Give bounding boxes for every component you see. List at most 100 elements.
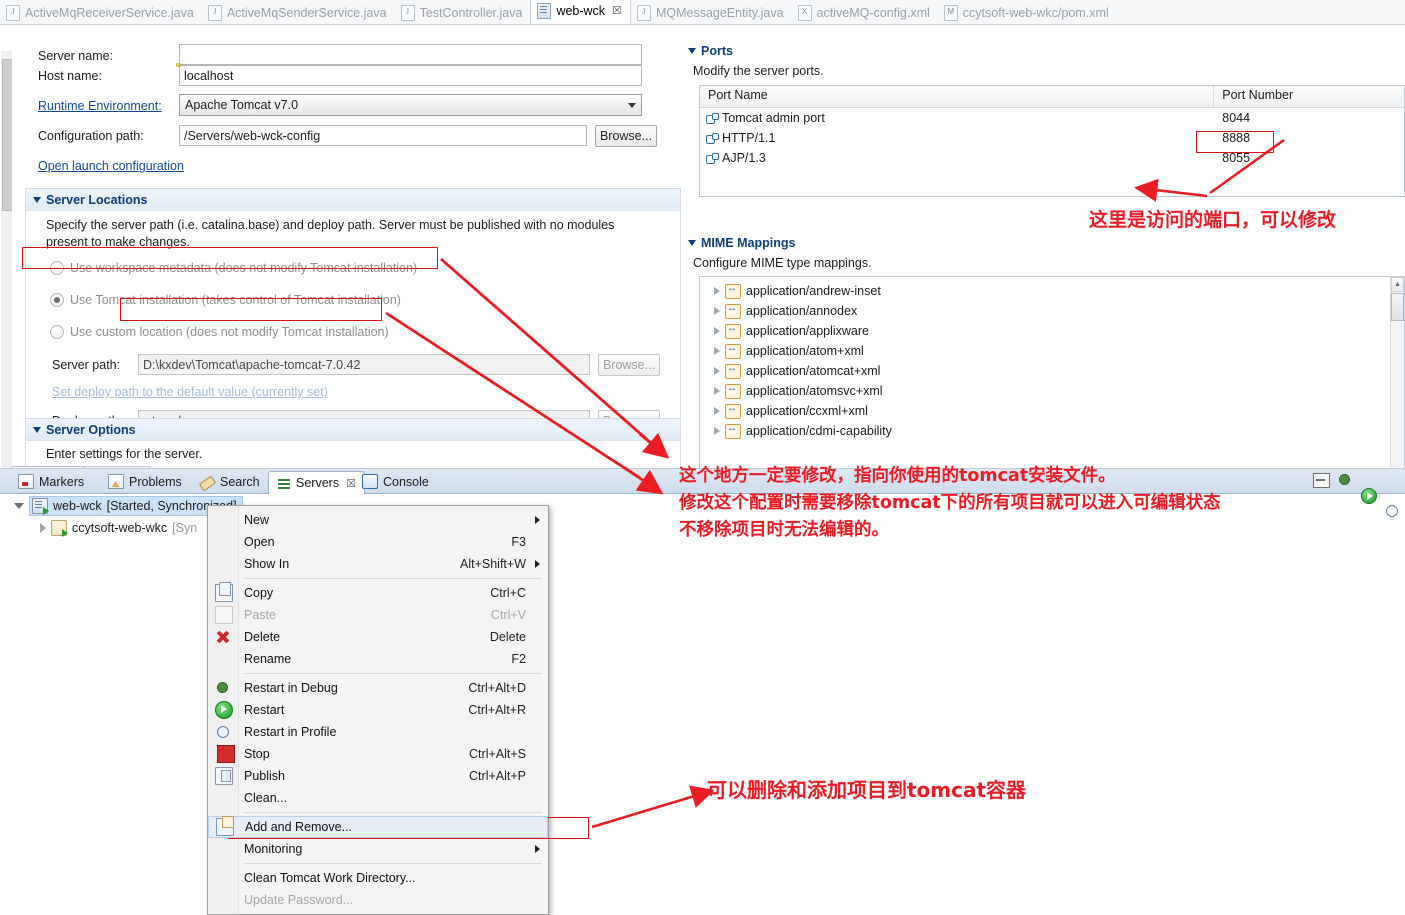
menu-item-label: New: [244, 513, 270, 527]
console-icon: [362, 474, 378, 489]
ports-table-row[interactable]: Tomcat admin port 8044: [700, 108, 1404, 128]
annotation-server-path-note-2: 修改这个配置时需要移除tomcat下的所有项目就可以进入可编辑状态: [679, 493, 1221, 513]
menu-item-restart-in-debug[interactable]: Restart in Debug Ctrl+Alt+D: [208, 677, 548, 699]
editor-tab-2[interactable]: J TestController.java: [395, 2, 531, 24]
menu-item-accelerator: F3: [511, 535, 526, 549]
configuration-path-input[interactable]: /Servers/web-wck-config: [179, 125, 587, 146]
menu-item-restart-in-profile[interactable]: Restart in Profile: [208, 721, 548, 743]
open-launch-configuration-link[interactable]: Open launch configuration: [38, 155, 184, 177]
close-icon[interactable]: ☒: [612, 4, 622, 17]
ports-col-number[interactable]: Port Number: [1214, 86, 1404, 107]
configuration-path-browse-button[interactable]: Browse...: [595, 125, 657, 147]
menu-item-new[interactable]: New: [208, 509, 548, 531]
expand-arrow-icon[interactable]: [714, 327, 720, 335]
expand-arrow-icon[interactable]: [714, 307, 720, 315]
menu-item-publish[interactable]: Publish Ctrl+Alt+P: [208, 765, 548, 787]
editor-tab-1[interactable]: J ActiveMqSenderService.java: [202, 2, 395, 24]
collapse-arrow-icon[interactable]: [33, 426, 41, 433]
menu-item-restart[interactable]: Restart Ctrl+Alt+R: [208, 699, 548, 721]
view-tab-markers[interactable]: Markers: [10, 471, 92, 492]
menu-item-open[interactable]: Open F3: [208, 531, 548, 553]
radio-button-icon[interactable]: [50, 293, 64, 307]
view-tab-search[interactable]: Search: [192, 471, 268, 492]
runtime-environment-combo[interactable]: Apache Tomcat v7.0: [179, 94, 642, 116]
ports-table[interactable]: Port Name Port Number Tomcat admin port 8…: [699, 85, 1405, 197]
mime-mapping-row[interactable]: application/atomcat+xml: [700, 361, 1404, 381]
mime-type-icon: [725, 403, 741, 419]
menu-item-accelerator: Delete: [489, 630, 526, 644]
problems-icon: [108, 474, 124, 489]
expand-arrow-icon[interactable]: [714, 427, 720, 435]
server-path-input[interactable]: D:\kxdev\Tomcat\apache-tomcat-7.0.42: [138, 354, 590, 375]
expand-arrow-icon[interactable]: [714, 407, 720, 415]
collapse-arrow-icon[interactable]: [688, 48, 696, 54]
mime-mapping-row[interactable]: application/ccxml+xml: [700, 401, 1404, 421]
mime-mapping-row[interactable]: application/annodex: [700, 301, 1404, 321]
view-tab-console[interactable]: Console: [354, 471, 437, 492]
menu-item-update-password: Update Password...: [208, 889, 548, 911]
menu-item-clean-tomcat-work-directory[interactable]: Clean Tomcat Work Directory...: [208, 867, 548, 889]
view-tab-problems[interactable]: Problems: [100, 471, 190, 492]
set-deploy-path-link[interactable]: Set deploy path to the default value (cu…: [52, 381, 328, 403]
scroll-up-icon[interactable]: ▲: [1391, 277, 1404, 292]
tree-row-module[interactable]: ccytsoft-web-wkc [Syn: [40, 518, 197, 538]
profile-icon: [215, 724, 231, 740]
server-options-header[interactable]: Server Options: [26, 419, 680, 441]
editor-tab-3[interactable]: web-wck ☒: [530, 0, 631, 24]
menu-item-monitoring[interactable]: Monitoring: [208, 838, 548, 860]
menu-item-stop[interactable]: Stop Ctrl+Alt+S: [208, 743, 548, 765]
mime-type-icon: [725, 323, 741, 339]
expand-arrow-icon[interactable]: [714, 367, 720, 375]
debug-icon[interactable]: [1337, 472, 1352, 487]
server-location-radio-2[interactable]: Use custom location (does not modify Tom…: [50, 322, 650, 342]
editor-tab-6[interactable]: Mccytsoft-web-wkc/pom.xml: [938, 2, 1117, 24]
expand-arrow-icon[interactable]: [714, 387, 720, 395]
server-path-browse-button[interactable]: Browse...: [598, 354, 660, 376]
menu-item-show-in[interactable]: Show In Alt+Shift+W: [208, 553, 548, 575]
mime-mappings-header[interactable]: MIME Mappings: [688, 236, 795, 250]
expand-arrow-icon[interactable]: [714, 287, 720, 295]
ports-table-row[interactable]: AJP/1.3 8055: [700, 148, 1404, 168]
mime-mapping-label: application/ccxml+xml: [746, 404, 868, 418]
server-context-menu[interactable]: New Open F3 Show In Alt+Shift+W Copy Ctrl+C Pas…: [207, 505, 549, 915]
port-number-cell[interactable]: 8055: [1214, 151, 1404, 165]
menu-item-clean[interactable]: Clean...: [208, 787, 548, 809]
collapse-arrow-icon[interactable]: [33, 196, 41, 203]
editor-tab-label: web-wck: [556, 3, 606, 18]
editor-tab-4[interactable]: J MQMessageEntity.java: [631, 2, 792, 24]
collapse-arrow-icon[interactable]: [688, 240, 696, 246]
mime-scrollbar-thumb[interactable]: [1391, 293, 1404, 321]
menu-item-rename[interactable]: Rename F2: [208, 648, 548, 670]
mime-mapping-row[interactable]: application/applixware: [700, 321, 1404, 341]
ports-header[interactable]: Ports: [688, 44, 733, 58]
ports-table-row[interactable]: HTTP/1.1 8888: [700, 128, 1404, 148]
menu-item-add-and-remove[interactable]: Add and Remove...: [208, 816, 548, 838]
mime-mappings-list[interactable]: application/andrew-inset application/anno…: [699, 276, 1405, 471]
mime-mapping-row[interactable]: application/atom+xml: [700, 341, 1404, 361]
start-icon[interactable]: [1361, 488, 1377, 504]
mime-list-scrollbar[interactable]: ▲: [1390, 277, 1404, 470]
port-number-cell[interactable]: 8044: [1214, 111, 1404, 125]
mime-mapping-row[interactable]: application/atomsvc+xml: [700, 381, 1404, 401]
expand-arrow-icon[interactable]: [40, 523, 46, 533]
server-name-input[interactable]: [179, 44, 642, 65]
expand-arrow-icon[interactable]: [714, 347, 720, 355]
mime-mapping-label: application/applixware: [746, 324, 869, 338]
port-icon: [706, 152, 719, 164]
editor-tab-5[interactable]: XactiveMQ-config.xml: [792, 2, 938, 24]
editor-tab-label: MQMessageEntity.java: [655, 6, 784, 20]
profile-icon[interactable]: [1384, 503, 1399, 518]
mime-mapping-row[interactable]: application/andrew-inset: [700, 281, 1404, 301]
radio-button-icon[interactable]: [50, 325, 64, 339]
minimize-icon[interactable]: [1313, 473, 1330, 488]
menu-item-copy[interactable]: Copy Ctrl+C: [208, 582, 548, 604]
mime-mapping-row[interactable]: application/cdmi-capability: [700, 421, 1404, 441]
expand-arrow-icon[interactable]: [14, 503, 24, 509]
view-tab-servers[interactable]: Servers ☒: [268, 471, 365, 495]
menu-item-delete[interactable]: Delete Delete: [208, 626, 548, 648]
ports-col-name[interactable]: Port Name: [700, 86, 1215, 107]
server-locations-header[interactable]: Server Locations: [26, 189, 680, 211]
host-name-input[interactable]: localhost: [179, 65, 642, 86]
runtime-environment-link[interactable]: Runtime Environment:: [38, 95, 162, 117]
editor-tab-0[interactable]: J ActiveMqReceiverService.java: [0, 2, 202, 24]
